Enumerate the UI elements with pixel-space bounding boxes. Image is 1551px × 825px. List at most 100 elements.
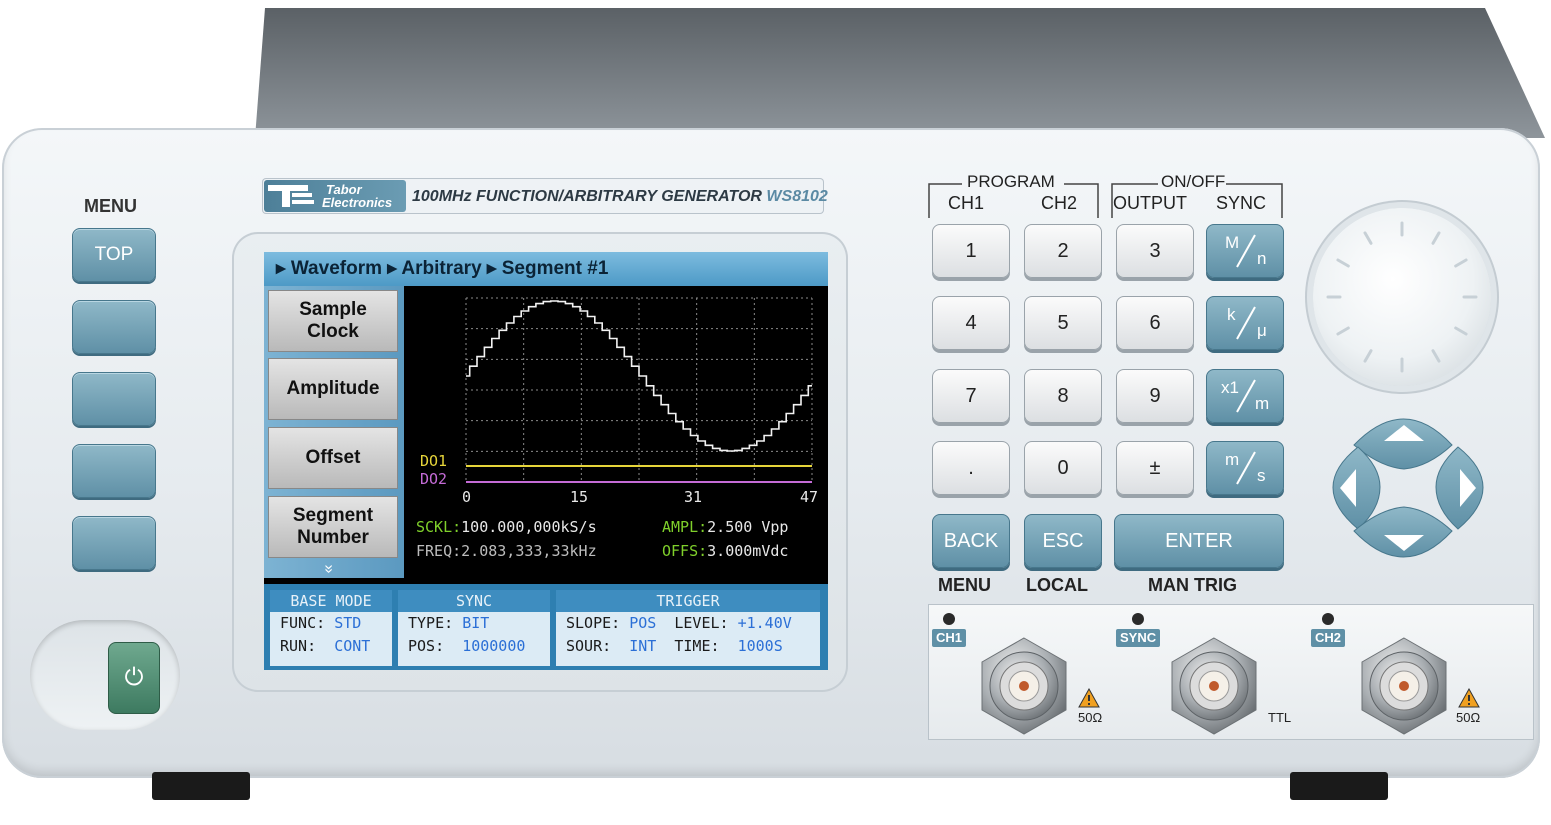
sour-value: INT <box>629 637 657 655</box>
run-value: CONT <box>334 637 371 655</box>
time-label: TIME: <box>674 637 720 655</box>
rotary-knob[interactable] <box>1313 208 1491 386</box>
ch1-bnc-connector[interactable] <box>974 636 1074 736</box>
freq-label: FREQ: <box>416 542 462 560</box>
knob-tick <box>1363 349 1373 363</box>
func-value: STD <box>334 614 362 632</box>
key-5[interactable]: 5 <box>1024 296 1102 350</box>
tabor-logo-icon <box>268 185 314 207</box>
right-foot <box>1290 772 1388 800</box>
menu-softkey-2[interactable] <box>72 372 156 426</box>
warning-icon <box>1078 688 1100 708</box>
knob-tick <box>1454 258 1468 268</box>
output-onoff-label: OUTPUT <box>1113 193 1187 213</box>
sync-panel: SYNC TYPE: BIT POS: 1000000 <box>398 590 550 666</box>
back-sublabel: MENU <box>938 575 991 595</box>
esc-button[interactable]: ESC <box>1024 514 1102 568</box>
menu-softkey-1[interactable] <box>72 300 156 354</box>
triangle-right-icon: ▸ <box>276 258 286 279</box>
menu-label: MENU <box>84 196 137 216</box>
menu-softkey-4[interactable] <box>72 516 156 570</box>
x-tick-label: 0 <box>462 488 472 506</box>
type-label: TYPE: <box>408 614 454 632</box>
top-menu-button[interactable]: TOP <box>72 228 156 282</box>
softkey-label-line2: Number <box>297 527 369 548</box>
key-6[interactable]: 6 <box>1116 296 1194 350</box>
softkey-label-line1: Sample <box>299 299 367 320</box>
ampl-value: 2.500 Vpp <box>707 518 789 536</box>
slope-value: POS <box>629 614 657 632</box>
back-button[interactable]: BACK <box>932 514 1010 568</box>
arrow-left-button[interactable] <box>1332 446 1381 530</box>
sync-bnc-connector[interactable] <box>1164 636 1264 736</box>
x-tick-label: 15 <box>570 488 589 506</box>
ch2-program-label: CH2 <box>1041 193 1078 213</box>
key-decimal-point[interactable]: . <box>932 441 1010 495</box>
key-0[interactable]: 0 <box>1024 441 1102 495</box>
product-title: 100MHz FUNCTION/ARBITRARY GENERATOR WS81… <box>412 188 828 206</box>
knob-tick <box>1336 258 1350 268</box>
offs-label: OFFS: <box>662 542 708 560</box>
knob-tick-marks <box>1326 221 1478 373</box>
breadcrumb: ▸ Waveform ▸ Arbitrary ▸ Segment #1 <box>264 252 828 286</box>
more-softkeys-icon[interactable]: » <box>319 565 337 574</box>
sync-level-label: TTL <box>1268 710 1292 725</box>
key-1[interactable]: 1 <box>932 224 1010 278</box>
softkey-column: Sample Clock Amplitude Offset Segment Numb… <box>264 286 404 578</box>
knob-tick <box>1454 326 1468 336</box>
unit-top: k <box>1227 305 1236 324</box>
softkey-segment-number[interactable]: Segment Number <box>268 496 398 558</box>
model-number: WS8102 <box>766 188 828 205</box>
enter-sublabel: MAN TRIG <box>1148 575 1237 595</box>
ch2-impedance-label: 50Ω <box>1456 710 1481 725</box>
key-kilo-micro[interactable]: k μ <box>1206 296 1284 350</box>
unit-bottom: s <box>1257 466 1266 485</box>
unit-bottom: m <box>1255 394 1270 413</box>
lcd-screen: ▸ Waveform ▸ Arbitrary ▸ Segment #1 Samp… <box>264 252 828 670</box>
key-milli-seconds[interactable]: m s <box>1206 441 1284 495</box>
triangle-right-icon: ▸ <box>486 258 497 279</box>
x-tick-label: 47 <box>800 488 819 506</box>
softkey-sample-clock[interactable]: Sample Clock <box>268 290 398 352</box>
unit-slash-icon <box>1236 306 1256 340</box>
key-mega-nano[interactable]: M n <box>1206 224 1284 278</box>
key-2[interactable]: 2 <box>1024 224 1102 278</box>
key-9[interactable]: 9 <box>1116 369 1194 423</box>
enter-button[interactable]: ENTER <box>1114 514 1284 568</box>
key-3[interactable]: 3 <box>1116 224 1194 278</box>
breadcrumb-waveform: Waveform <box>290 258 382 279</box>
power-button[interactable]: ⏻ <box>108 642 160 714</box>
ch1-impedance-label: 50Ω <box>1078 710 1103 725</box>
softkey-amplitude[interactable]: Amplitude <box>268 358 398 420</box>
arrow-pad <box>1332 418 1484 558</box>
unit-bottom: n <box>1257 249 1267 268</box>
softkey-label-line1: Segment <box>292 505 374 526</box>
unit-top: x1 <box>1221 378 1239 397</box>
breadcrumb-arbitrary: Arbitrary <box>401 258 482 279</box>
key-plus-minus[interactable]: ± <box>1116 441 1194 495</box>
key-7[interactable]: 7 <box>932 369 1010 423</box>
arrow-right-button[interactable] <box>1435 446 1484 530</box>
run-line: RUN: CONT <box>270 635 392 658</box>
ch1-connector-label: CH1 <box>932 629 967 647</box>
key-8[interactable]: 8 <box>1024 369 1102 423</box>
trigger-panel: TRIGGER SLOPE: POS LEVEL: +1.40V SOUR: I… <box>556 590 820 666</box>
key-4[interactable]: 4 <box>932 296 1010 350</box>
run-label: RUN: <box>280 637 317 655</box>
softkey-offset[interactable]: Offset <box>268 427 398 489</box>
ch2-bnc-connector[interactable] <box>1354 636 1454 736</box>
softkey-label: Amplitude <box>286 378 380 399</box>
knob-tick <box>1431 349 1441 363</box>
type-line: TYPE: BIT <box>398 612 550 635</box>
softkey-label: Offset <box>305 447 361 468</box>
freq-value: 2.083,333,33kHz <box>461 542 597 560</box>
level-value: +1.40V <box>737 614 792 632</box>
menu-softkey-3[interactable] <box>72 444 156 498</box>
sckl-label: SCKL: <box>416 518 462 536</box>
triangle-right-icon: ▸ <box>387 258 397 279</box>
do1-label: DO1 <box>420 452 448 470</box>
brand-logo: Tabor Electronics <box>264 180 406 212</box>
esc-sublabel: LOCAL <box>1026 575 1088 595</box>
base-mode-panel: BASE MODE FUNC: STD RUN: CONT <box>270 590 392 666</box>
key-x1-milli[interactable]: x1 m <box>1206 369 1284 423</box>
